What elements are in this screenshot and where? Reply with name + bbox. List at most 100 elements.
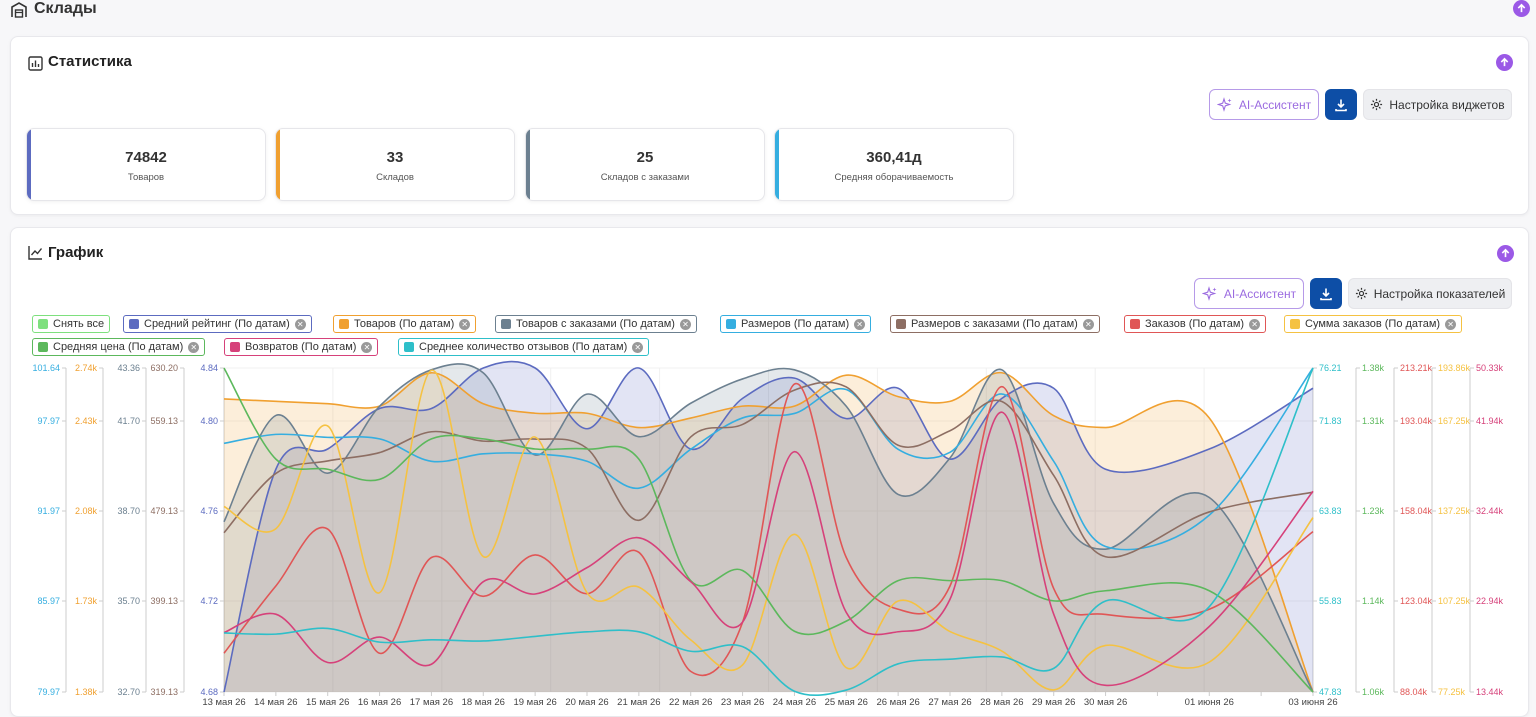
chart-ai-assistant-button[interactable]: AI-Ассистент [1194,278,1304,309]
x-axis-tick-label: 27 мая 26 [928,697,971,705]
legend-label: Размеров (По датам) [741,318,850,330]
remove-icon[interactable]: ✕ [294,318,306,330]
stat-value: 74842 [125,149,167,166]
legend-label: Размеров с заказами (По датам) [911,318,1078,330]
collapse-page-button[interactable] [1513,0,1530,17]
stat-card-turnover: 360,41д Средняя оборачиваемость [774,128,1014,201]
legend-swatch [404,342,414,352]
axis-tick-label: 50.33k [1476,363,1504,373]
legend-swatch [896,319,906,329]
stat-value: 33 [386,149,404,166]
collapse-chart-button[interactable] [1497,245,1514,262]
remove-icon[interactable]: ✕ [1445,318,1457,330]
axis-tick-label: 47.83 [1319,687,1342,697]
download-icon [1335,99,1347,111]
legend-label: Сумма заказов (По датам) [1305,318,1441,330]
x-axis-tick-label: 01 июня 26 [1185,697,1234,705]
legend-chip-sizes[interactable]: Размеров (По датам) ✕ [720,315,872,333]
indicator-settings-button[interactable]: Настройка показателей [1348,278,1512,309]
remove-icon[interactable]: ✕ [1249,318,1261,330]
legend-label: Возвратов (По датам) [245,341,357,353]
axis-tick-label: 4.72 [200,596,218,606]
remove-icon[interactable]: ✕ [854,318,866,330]
legend-label: Товаров (По датам) [354,318,455,330]
axis-tick-label: 1.38k [75,687,98,697]
axis-tick-label: 13.44k [1476,687,1504,697]
axis-tick-label: 38.70 [117,506,140,516]
download-icon [1320,288,1332,300]
remove-icon[interactable]: ✕ [632,341,644,353]
stats-title: Статистика [48,53,132,70]
axis-tick-label: 41.94k [1476,416,1504,426]
legend-chip-products-with-orders[interactable]: Товаров с заказами (По датам) ✕ [495,315,697,333]
axis-tick-label: 2.74k [75,363,98,373]
legend-chip-avg-price[interactable]: Средняя цена (По датам) ✕ [32,338,206,356]
axis-tick-label: 41.70 [117,416,140,426]
remove-icon[interactable]: ✕ [1082,318,1094,330]
axis-tick-label: 63.83 [1319,506,1342,516]
axis-tick-label: 137.25k [1438,506,1471,516]
arrow-up-icon [1517,3,1526,13]
x-axis-tick-label: 29 мая 26 [1032,697,1075,705]
legend-chip-orders[interactable]: Заказов (По датам) ✕ [1124,315,1267,333]
axis-tick-label: 76.21 [1319,363,1342,373]
ai-assistant-label: AI-Ассистент [1238,97,1312,112]
axis-tick-label: 97.97 [37,416,60,426]
axis-tick-label: 158.04k [1400,506,1433,516]
collapse-stats-button[interactable] [1496,54,1513,71]
legend-label: Средняя цена (По датам) [53,341,184,353]
axis-tick-label: 1.23k [1362,506,1385,516]
axis-tick-label: 35.70 [117,596,140,606]
axis-tick-label: 123.04k [1400,596,1433,606]
stat-value: 360,41д [866,149,922,166]
legend-chip-rating[interactable]: Средний рейтинг (По датам) ✕ [123,315,312,333]
legend-chip-products[interactable]: Товаров (По датам) ✕ [333,315,477,333]
axis-tick-label: 319.13 [150,687,178,697]
legend-chip-order-sum[interactable]: Сумма заказов (По датам) ✕ [1284,315,1463,333]
axis-tick-label: 193.04k [1400,416,1433,426]
axis-tick-label: 107.25k [1438,596,1471,606]
axis-tick-label: 479.13 [150,506,178,516]
legend-swatch [38,319,48,329]
gear-icon [1355,287,1367,300]
axis-tick-label: 77.25k [1438,687,1466,697]
stats-download-button[interactable] [1325,89,1357,120]
stat-card-warehouses: 33 Складов [275,128,515,201]
x-axis-tick-label: 20 мая 26 [565,697,608,705]
chart-download-button[interactable] [1310,278,1342,309]
widget-settings-button[interactable]: Настройка виджетов [1363,89,1512,120]
x-axis-tick-label: 30 мая 26 [1084,697,1127,705]
legend-chip-avg-reviews[interactable]: Среднее количество отзывов (По датам) ✕ [398,338,650,356]
legend-label: Средний рейтинг (По датам) [144,318,290,330]
stat-value: 25 [636,149,654,166]
axis-tick-label: 85.97 [37,596,60,606]
x-axis-tick-label: 26 мая 26 [876,697,919,705]
axis-tick-label: 4.84 [200,363,218,373]
axis-tick-label: 167.25k [1438,416,1471,426]
stat-label: Складов [376,172,414,183]
x-axis-tick-label: 25 мая 26 [825,697,868,705]
indicator-settings-label: Настройка показателей [1373,286,1506,301]
x-axis-tick-label: 23 мая 26 [721,697,764,705]
axis-tick-label: 32.44k [1476,506,1504,516]
stat-card-warehouses-with-orders: 25 Складов с заказами [525,128,765,201]
remove-icon[interactable]: ✕ [679,318,691,330]
legend-clear-all[interactable]: Снять все [32,315,111,333]
axis-tick-label: 399.13 [150,596,178,606]
stat-label: Товаров [127,172,165,183]
x-axis-tick-label: 19 мая 26 [513,697,556,705]
remove-icon[interactable]: ✕ [361,341,373,353]
axis-tick-label: 79.97 [37,687,60,697]
stats-icon [28,56,43,71]
remove-icon[interactable]: ✕ [188,341,200,353]
remove-icon[interactable]: ✕ [459,318,471,330]
legend-chip-sizes-with-orders[interactable]: Размеров с заказами (По датам) ✕ [890,315,1100,333]
gear-icon [1371,98,1383,111]
legend-chip-returns[interactable]: Возвратов (По датам) ✕ [224,338,379,356]
axis-tick-label: 2.43k [75,416,98,426]
legend-swatch [501,319,511,329]
axis-tick-label: 43.36 [117,363,140,373]
x-axis-tick-label: 22 мая 26 [669,697,712,705]
stats-ai-assistant-button[interactable]: AI-Ассистент [1209,89,1319,120]
x-axis-tick-label: 15 мая 26 [306,697,349,705]
